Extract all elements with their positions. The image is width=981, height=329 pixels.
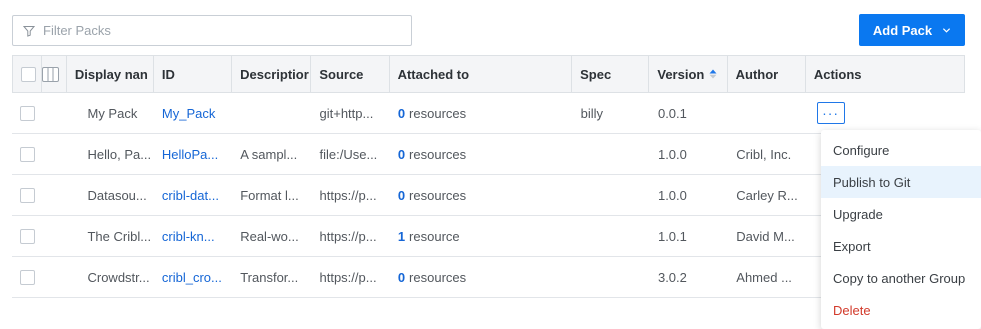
menu-item-delete[interactable]: Delete [821,294,981,326]
pack-id-link[interactable]: cribl-dat... [154,175,232,215]
table-header: Display nan ID Descriptior Source Attach… [12,55,965,93]
add-pack-label: Add Pack [872,22,933,38]
row-select-cell [12,134,41,174]
display-name-cell: Crowdstr... [87,269,150,285]
header-version-label: Version [657,66,705,82]
attached-to-cell[interactable]: 0 resources [390,93,573,133]
author-cell [728,93,806,133]
menu-item-copy-to-another-group[interactable]: Copy to another Group [821,262,981,294]
attached-count[interactable]: 0 [398,188,405,203]
version-cell: 0.0.1 [657,105,687,121]
header-spec[interactable]: Spec [572,56,650,92]
menu-item-configure[interactable]: Configure [821,134,981,166]
row-checkbox[interactable] [20,187,35,203]
description-cell: Format l... [240,187,299,203]
column-chooser-cell [42,56,67,92]
sort-ascending-icon [709,69,717,79]
pack-id-link[interactable]: cribl_cro... [154,257,232,297]
attached-label: resources [409,269,467,285]
header-version[interactable]: Version [649,56,728,92]
filter-packs-field[interactable] [12,15,412,46]
attached-label: resources [409,146,467,162]
row-checkbox[interactable] [20,146,35,162]
menu-item-upgrade[interactable]: Upgrade [821,198,981,230]
select-all-checkbox[interactable] [21,66,36,82]
attached-label: resources [409,105,467,121]
pack-id-link[interactable]: cribl-kn... [154,216,232,256]
row-select-cell [12,93,41,133]
author-cell: David M... [736,228,795,244]
header-display-name[interactable]: Display nan [67,56,154,92]
header-actions: Actions [813,66,862,82]
attached-count[interactable]: 0 [398,270,405,285]
source-cell: git+http... [319,105,374,121]
select-all-cell [13,56,43,92]
header-source[interactable]: Source [311,56,390,92]
header-author[interactable]: Author [728,56,806,92]
header-description[interactable]: Descriptior [232,56,312,92]
spec-cell [573,257,650,297]
attached-label: resource [409,228,460,244]
spec-cell [573,134,650,174]
row-select-cell [12,175,41,215]
add-pack-button[interactable]: Add Pack [859,14,965,46]
version-cell: 1.0.0 [657,146,687,162]
version-cell: 1.0.0 [657,187,687,203]
attached-count[interactable]: 0 [398,106,405,121]
menu-item-export[interactable]: Export [821,230,981,262]
version-cell: 3.0.2 [657,269,687,285]
display-name-cell: My Pack [87,105,138,121]
row-select-cell [12,216,41,256]
display-name-cell: Hello, Pa... [87,146,152,162]
row-select-cell [12,257,41,297]
spec-cell [573,216,650,256]
attached-to-cell[interactable]: 0 resources [390,175,573,215]
description-cell: A sampl... [240,146,298,162]
display-name-cell: The Cribl... [87,228,152,244]
attached-count[interactable]: 1 [398,229,405,244]
row-checkbox[interactable] [20,228,35,244]
pack-actions-menu: Configure Publish to Git Upgrade Export … [821,130,981,329]
description-cell: Transfor... [240,269,299,285]
source-cell: file:/Use... [319,146,378,162]
table-row[interactable]: My Pack My_Pack git+http... 0 resources b… [12,93,965,134]
version-cell: 1.0.1 [657,228,687,244]
description-cell: Real-wo... [240,228,299,244]
source-cell: https://p... [319,187,377,203]
filter-packs-input[interactable] [43,23,383,38]
columns-icon[interactable] [42,66,60,82]
pack-id-link[interactable]: My_Pack [154,93,232,133]
attached-to-cell[interactable]: 0 resources [390,257,573,297]
row-actions-button[interactable]: ··· [816,102,845,124]
source-cell: https://p... [319,269,377,285]
header-id[interactable]: ID [154,56,233,92]
chevron-down-icon [943,27,951,33]
row-checkbox[interactable] [20,269,35,285]
display-name-cell: Datasou... [87,187,147,203]
attached-to-cell[interactable]: 0 resources [390,134,573,174]
filter-icon [23,25,35,37]
attached-count[interactable]: 0 [398,147,405,162]
row-checkbox[interactable] [20,105,35,121]
menu-item-publish-to-git[interactable]: Publish to Git [821,166,981,198]
spec-cell: billy [580,105,604,121]
description-cell [232,93,311,133]
spec-cell [573,175,650,215]
header-attached-to[interactable]: Attached to [390,56,573,92]
author-cell: Ahmed ... [736,269,792,285]
attached-label: resources [409,187,467,203]
source-cell: https://p... [319,228,377,244]
pack-id-link[interactable]: HelloPa... [154,134,232,174]
attached-to-cell[interactable]: 1 resource [390,216,573,256]
author-cell: Carley R... [736,187,798,203]
actions-cell: ··· [807,93,965,133]
author-cell: Cribl, Inc. [736,146,792,162]
